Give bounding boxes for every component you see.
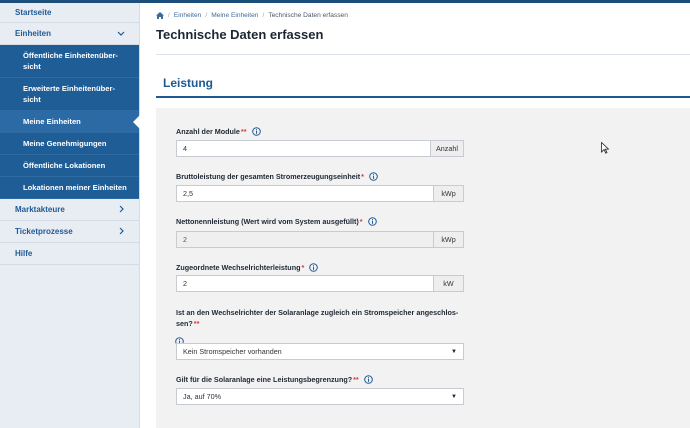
sidebar-subitem-label: Erweiterte Einheitenüber- sicht bbox=[23, 84, 115, 104]
info-icon[interactable] bbox=[251, 127, 261, 136]
storage-label-line2: sen? bbox=[176, 319, 193, 329]
sidebar-subitem-label: Meine Einheiten bbox=[23, 117, 81, 126]
net-power-field: 2 kWp bbox=[176, 231, 464, 248]
gross-power-input[interactable]: 2,5 bbox=[177, 186, 433, 201]
sidebar-item-ticketprozesse[interactable]: Ticketprozesse bbox=[0, 221, 139, 243]
info-icon[interactable] bbox=[367, 217, 377, 226]
breadcrumb-separator: / bbox=[205, 12, 208, 19]
required-marker: ** bbox=[353, 375, 359, 384]
sidebar-subitem-label: Lokationen meiner Einheiten bbox=[23, 183, 127, 192]
power-limit-label-text: Gilt für die Solaranlage eine Leistungsb… bbox=[176, 375, 353, 384]
required-marker: ** bbox=[193, 319, 200, 329]
sidebar-item-startseite[interactable]: Startseite bbox=[0, 3, 139, 23]
net-power-input: 2 bbox=[183, 235, 187, 244]
sidebar-item-label: Hilfe bbox=[15, 249, 33, 258]
sidebar-item-einheiten[interactable]: Einheiten bbox=[0, 23, 139, 45]
modules-label: Anzahl der Module ** bbox=[176, 127, 261, 136]
section-title: Leistung bbox=[163, 76, 213, 90]
inverter-power-input[interactable]: 2 bbox=[177, 276, 433, 291]
caret-down-icon: ▼ bbox=[451, 348, 457, 355]
modules-label-text: Anzahl der Module bbox=[176, 127, 240, 136]
home-icon[interactable] bbox=[156, 12, 164, 19]
sidebar-subitem-my-approvals[interactable]: Meine Genehmigungen bbox=[0, 133, 139, 155]
breadcrumb-link-meine-einheiten[interactable]: Meine Einheiten bbox=[211, 12, 258, 19]
modules-unit: Anzahl bbox=[430, 141, 463, 156]
sidebar: Startseite Einheiten Öffentliche Einheit… bbox=[0, 3, 140, 428]
power-limit-select[interactable]: Ja, auf 70% ▼ bbox=[176, 388, 464, 405]
sidebar-item-label: Startseite bbox=[15, 8, 52, 17]
info-icon[interactable] bbox=[363, 375, 373, 384]
sidebar-item-label: Einheiten bbox=[15, 29, 52, 38]
sidebar-subitem-label: Öffentliche Einheitenüber- sicht bbox=[23, 51, 118, 71]
info-icon[interactable] bbox=[309, 263, 319, 272]
storage-select[interactable]: Kein Stromspeicher vorhanden ▼ bbox=[176, 343, 464, 360]
sidebar-subitem-extended-overview[interactable]: Erweiterte Einheitenüber- sicht bbox=[0, 78, 139, 111]
power-limit-select-value[interactable]: Ja, auf 70% bbox=[177, 389, 445, 404]
net-power-label: Nettonennleistung (Wert wird vom System … bbox=[176, 217, 377, 226]
inverter-power-label: Zugeordnete Wechselrichterleistung * bbox=[176, 263, 319, 272]
gross-power-unit: kWp bbox=[433, 186, 463, 201]
modules-field[interactable]: 4 Anzahl bbox=[176, 140, 464, 157]
chevron-down-icon bbox=[117, 29, 125, 39]
storage-label-line1: Ist an den Wechselrichter der Solaranlag… bbox=[176, 308, 459, 317]
sidebar-item-label: Marktakteure bbox=[15, 205, 65, 214]
power-limit-label: Gilt für die Solaranlage eine Leistungsb… bbox=[176, 375, 373, 384]
gross-power-label-text: Bruttoleistung der gesamten Stromerzeugu… bbox=[176, 172, 361, 181]
sidebar-subitem-my-units[interactable]: Meine Einheiten bbox=[0, 111, 140, 133]
breadcrumb-separator: / bbox=[168, 12, 170, 19]
page-title: Technische Daten erfassen bbox=[156, 27, 324, 42]
storage-label: Ist an den Wechselrichter der Solaranlag… bbox=[176, 307, 458, 329]
main-content: / Einheiten / Meine Einheiten / Technisc… bbox=[140, 3, 690, 428]
form-panel: Anzahl der Module ** 4 Anzahl Bruttoleis… bbox=[156, 108, 690, 428]
sidebar-submenu: Öffentliche Einheitenüber- sicht Erweite… bbox=[0, 45, 140, 199]
chevron-right-icon bbox=[119, 205, 125, 215]
info-icon[interactable] bbox=[369, 172, 378, 181]
required-marker: * bbox=[361, 172, 364, 181]
sidebar-item-marktakteure[interactable]: Marktakteure bbox=[0, 199, 139, 221]
gross-power-label: Bruttoleistung der gesamten Stromerzeugu… bbox=[176, 172, 378, 181]
breadcrumb-current: Technische Daten erfassen bbox=[268, 12, 348, 19]
chevron-right-icon bbox=[119, 227, 125, 237]
divider bbox=[156, 54, 690, 55]
net-power-label-text: Nettonennleistung (Wert wird vom System … bbox=[176, 217, 359, 226]
sidebar-subitem-label: Meine Genehmigungen bbox=[23, 139, 107, 148]
sidebar-item-label: Ticketprozesse bbox=[15, 227, 73, 236]
storage-select-value[interactable]: Kein Stromspeicher vorhanden bbox=[177, 344, 445, 359]
required-marker: * bbox=[359, 217, 363, 226]
caret-down-icon: ▼ bbox=[451, 393, 457, 400]
inverter-power-field[interactable]: 2 kW bbox=[176, 275, 464, 292]
section-header: Leistung bbox=[156, 72, 690, 98]
breadcrumb-separator: / bbox=[262, 12, 265, 19]
inverter-power-label-text: Zugeordnete Wechselrichterleistung bbox=[176, 263, 301, 272]
mouse-cursor-icon bbox=[601, 141, 610, 154]
sidebar-subitem-label: Öffentliche Lokationen bbox=[23, 161, 106, 170]
gross-power-field[interactable]: 2,5 kWp bbox=[176, 185, 464, 202]
breadcrumb-link-einheiten[interactable]: Einheiten bbox=[174, 12, 202, 19]
required-marker: ** bbox=[240, 127, 247, 136]
breadcrumb: / Einheiten / Meine Einheiten / Technisc… bbox=[156, 12, 348, 19]
info-icon[interactable] bbox=[175, 333, 184, 346]
sidebar-subitem-public-overview[interactable]: Öffentliche Einheitenüber- sicht bbox=[0, 45, 139, 78]
net-power-unit: kWp bbox=[433, 232, 463, 247]
sidebar-item-hilfe[interactable]: Hilfe bbox=[0, 243, 139, 265]
sidebar-subitem-public-locations[interactable]: Öffentliche Lokationen bbox=[0, 155, 139, 177]
inverter-power-unit: kW bbox=[433, 276, 463, 291]
sidebar-subitem-my-locations[interactable]: Lokationen meiner Einheiten bbox=[0, 177, 139, 199]
required-marker: * bbox=[301, 263, 305, 272]
modules-input[interactable]: 4 bbox=[177, 141, 430, 156]
